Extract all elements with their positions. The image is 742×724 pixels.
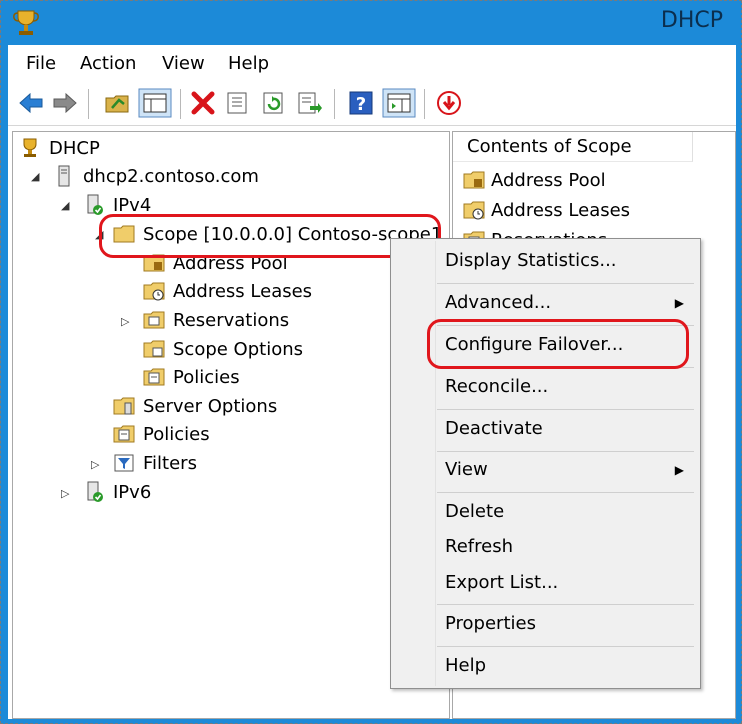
tree-node-label: Reservations (173, 309, 290, 331)
reservations-icon (143, 311, 165, 329)
menu-gutter (435, 241, 436, 686)
back-icon[interactable] (18, 90, 44, 116)
properties-icon[interactable] (224, 90, 250, 116)
tree-node-label: IPv6 (113, 481, 152, 503)
tree-node-label: Filters (143, 452, 197, 474)
toolbar-separator (334, 89, 335, 119)
export-list-icon[interactable] (296, 90, 322, 116)
collapsed-arrow-icon[interactable]: ▷ (121, 315, 129, 328)
list-item[interactable]: Address Leases (463, 196, 630, 224)
list-item-label: Address Leases (491, 199, 631, 221)
tree-node-label: Scope Options (173, 338, 304, 360)
tree-node-dhcp[interactable]: DHCP (19, 134, 100, 162)
toolbar-separator (88, 89, 89, 119)
address-pool-icon (463, 171, 485, 189)
tree-node-label: Policies (143, 423, 210, 445)
menu-item-reconcile[interactable]: Reconcile... (445, 376, 548, 397)
show-hide-tree-icon[interactable] (138, 88, 172, 118)
list-item-label: Address Pool (491, 169, 606, 191)
menu-item-delete[interactable]: Delete (445, 501, 504, 522)
ipv4-server-icon (87, 194, 103, 215)
menu-item-export-list[interactable]: Export List... (445, 572, 558, 593)
column-header-contents[interactable]: Contents of Scope (453, 132, 693, 162)
submenu-arrow-icon: ▶ (674, 296, 684, 310)
tree-node-policies[interactable]: Policies (113, 420, 210, 448)
tree-node-scope-policies[interactable]: Policies (143, 363, 240, 391)
tree-node-label: dhcp2.contoso.com (83, 165, 259, 187)
show-hide-action-pane-icon[interactable] (382, 88, 416, 118)
scope-options-icon (143, 340, 165, 358)
ipv6-server-icon (87, 481, 103, 502)
menu-item-deactivate[interactable]: Deactivate (445, 418, 543, 439)
toolbar-separator (180, 89, 181, 119)
tree-node-label: Address Leases (173, 280, 313, 302)
menu-separator (437, 492, 694, 493)
dhcp-trophy-icon (13, 10, 39, 35)
policies-icon (143, 368, 165, 386)
address-leases-icon (143, 282, 165, 301)
menu-bar: File Action View Help (8, 45, 736, 83)
title-bar[interactable]: DHCP (1, 1, 741, 45)
tree-node-ipv6[interactable]: IPv6 (83, 478, 151, 506)
address-leases-icon (463, 201, 485, 220)
help-icon[interactable]: ? (348, 90, 374, 116)
forward-icon[interactable] (52, 90, 78, 116)
refresh-icon[interactable] (260, 90, 286, 116)
deactivate-icon[interactable] (436, 90, 462, 116)
toolbar: ? (8, 83, 736, 126)
menu-help[interactable]: Help (228, 53, 269, 74)
list-item[interactable]: Address Pool (463, 166, 606, 194)
menu-item-advanced[interactable]: Advanced... (445, 292, 551, 313)
policies-icon (113, 425, 135, 443)
window-title: DHCP (660, 8, 723, 33)
filters-icon (114, 454, 134, 472)
tree-node-label: IPv4 (113, 194, 152, 216)
expanded-arrow-icon[interactable]: ◢ (61, 199, 69, 212)
menu-separator (437, 283, 694, 284)
menu-view[interactable]: View (162, 53, 205, 74)
tree-node-server-options[interactable]: Server Options (113, 392, 277, 420)
context-menu: Display Statistics... Advanced... ▶ Conf… (390, 238, 701, 689)
toolbar-separator (424, 89, 425, 119)
menu-file[interactable]: File (26, 53, 56, 74)
dhcp-window: DHCP File Action View Help ? DHCP ◢ dhcp… (0, 0, 742, 724)
tree-node-filters[interactable]: Filters (113, 449, 197, 477)
tree-node-label: DHCP (49, 137, 100, 159)
failover-highlight-annotation (427, 319, 689, 369)
tree-node-server[interactable]: dhcp2.contoso.com (53, 162, 259, 190)
submenu-arrow-icon: ▶ (674, 463, 684, 477)
server-options-icon (113, 397, 135, 415)
menu-item-properties[interactable]: Properties (445, 613, 536, 634)
menu-separator (437, 604, 694, 605)
collapsed-arrow-icon[interactable]: ▷ (91, 458, 99, 471)
menu-action[interactable]: Action (80, 53, 136, 74)
tree-node-scope-options[interactable]: Scope Options (143, 335, 303, 363)
tree-node-address-leases[interactable]: Address Leases (143, 277, 312, 305)
menu-separator (437, 646, 694, 647)
svg-text:?: ? (356, 94, 366, 115)
tree-node-label: Server Options (143, 395, 278, 417)
expanded-arrow-icon[interactable]: ◢ (31, 170, 39, 183)
menu-item-view[interactable]: View (445, 459, 488, 480)
menu-item-refresh[interactable]: Refresh (445, 536, 513, 557)
tree-node-reservations[interactable]: Reservations (143, 306, 289, 334)
menu-separator (437, 409, 694, 410)
server-icon (58, 165, 70, 187)
menu-separator (437, 451, 694, 452)
menu-item-display-statistics[interactable]: Display Statistics... (445, 250, 617, 271)
menu-item-help[interactable]: Help (445, 655, 486, 676)
collapsed-arrow-icon[interactable]: ▷ (61, 487, 69, 500)
dhcp-trophy-icon (23, 138, 37, 157)
up-folder-icon[interactable] (104, 90, 130, 116)
tree-node-label: Policies (173, 366, 240, 388)
delete-icon[interactable] (190, 90, 216, 116)
